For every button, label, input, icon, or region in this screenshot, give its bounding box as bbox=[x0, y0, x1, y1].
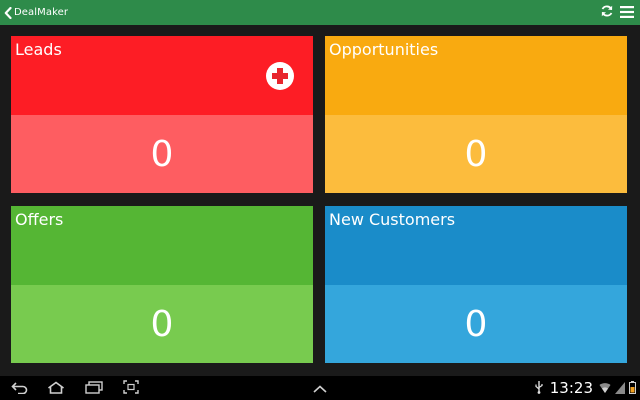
clock: 13:23 bbox=[549, 379, 593, 397]
refresh-button[interactable] bbox=[600, 3, 614, 22]
add-lead-button[interactable] bbox=[266, 62, 294, 90]
tile-new-customers-body: 0 bbox=[325, 285, 627, 363]
tile-leads[interactable]: Leads 0 bbox=[11, 36, 313, 193]
signal-icon bbox=[615, 379, 625, 398]
tile-offers[interactable]: Offers 0 bbox=[11, 206, 313, 363]
tile-new-customers-count: 0 bbox=[464, 303, 488, 345]
tile-new-customers[interactable]: New Customers 0 bbox=[325, 206, 627, 363]
tile-opportunities-header: Opportunities bbox=[325, 36, 627, 115]
tile-opportunities-title: Opportunities bbox=[329, 40, 439, 59]
tile-leads-count: 0 bbox=[150, 133, 174, 175]
usb-icon bbox=[534, 379, 544, 398]
tile-offers-header: Offers bbox=[11, 206, 313, 285]
tile-opportunities[interactable]: Opportunities 0 bbox=[325, 36, 627, 193]
system-nav-bar: 13:23 bbox=[0, 376, 640, 400]
recent-apps-icon bbox=[85, 379, 103, 398]
menu-button[interactable] bbox=[620, 6, 634, 20]
tile-opportunities-count: 0 bbox=[464, 133, 488, 175]
tile-offers-body: 0 bbox=[11, 285, 313, 363]
tile-offers-title: Offers bbox=[15, 210, 64, 229]
nav-home-button[interactable] bbox=[46, 380, 66, 396]
back-button[interactable]: DealMaker bbox=[0, 0, 74, 25]
tile-leads-header: Leads bbox=[11, 36, 313, 115]
up-chevron-icon bbox=[312, 379, 328, 398]
menu-icon bbox=[620, 3, 634, 22]
back-icon bbox=[11, 379, 29, 398]
tile-offers-count: 0 bbox=[150, 303, 174, 345]
home-icon bbox=[47, 379, 65, 398]
nav-recent-apps-button[interactable] bbox=[84, 380, 104, 396]
chevron-left-icon bbox=[4, 6, 12, 19]
action-bar-actions bbox=[600, 0, 634, 25]
wifi-icon bbox=[599, 379, 611, 398]
app-root: DealMaker Leads 0 Opportunities 0 Offers… bbox=[0, 0, 640, 400]
tile-leads-body: 0 bbox=[11, 115, 313, 193]
nav-back-button[interactable] bbox=[10, 380, 30, 396]
tile-opportunities-body: 0 bbox=[325, 115, 627, 193]
battery-icon bbox=[629, 379, 636, 398]
nav-expand-button[interactable] bbox=[310, 380, 330, 396]
tile-new-customers-title: New Customers bbox=[329, 210, 456, 229]
app-title: DealMaker bbox=[14, 7, 69, 18]
screenshot-icon bbox=[123, 379, 139, 398]
tile-new-customers-header: New Customers bbox=[325, 206, 627, 285]
action-bar: DealMaker bbox=[0, 0, 640, 25]
status-area[interactable]: 13:23 bbox=[534, 376, 636, 400]
refresh-icon bbox=[600, 3, 614, 22]
nav-screenshot-button[interactable] bbox=[122, 379, 140, 398]
tile-leads-title: Leads bbox=[15, 40, 62, 59]
